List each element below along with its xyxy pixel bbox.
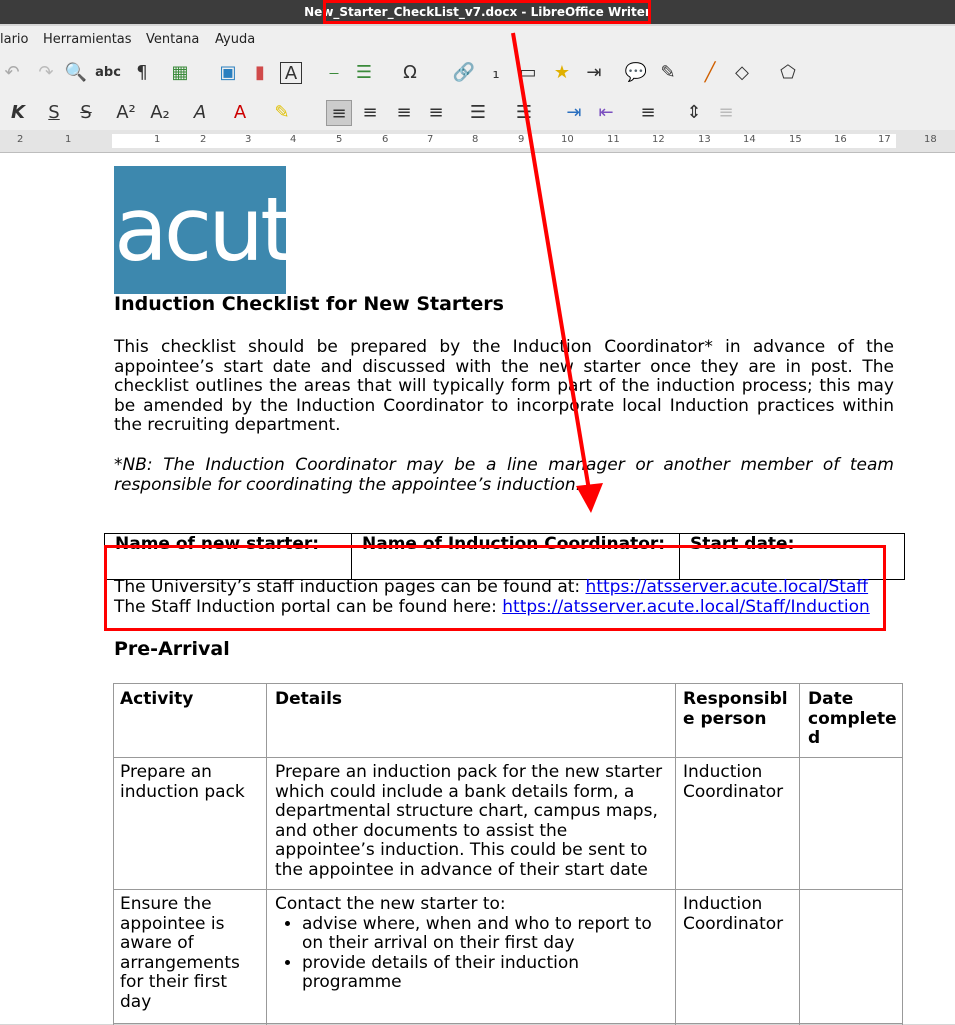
line-icon[interactable]: ╱ bbox=[698, 60, 722, 84]
cross-reference-icon[interactable]: ⇥ bbox=[582, 60, 606, 84]
bookmark-icon[interactable]: ★ bbox=[550, 60, 574, 84]
ruler-label: 1 bbox=[154, 134, 161, 145]
ruler-label: 3 bbox=[245, 134, 252, 145]
ruler-label: 11 bbox=[607, 134, 620, 145]
menu-item-formulario[interactable]: lario bbox=[0, 32, 29, 47]
row2-bullet-item: provide details of their induction progr… bbox=[302, 953, 671, 993]
highlight-links-box bbox=[104, 545, 886, 631]
justify-icon[interactable]: ≡ bbox=[424, 100, 448, 124]
menu-item-ayuda[interactable]: Ayuda bbox=[215, 32, 255, 47]
table-row-divider bbox=[114, 889, 903, 890]
line-spacing-icon[interactable]: ≡ bbox=[636, 100, 660, 124]
ruler-label: 4 bbox=[290, 134, 297, 145]
comment-icon[interactable]: 💬 bbox=[624, 60, 648, 84]
table-row-divider bbox=[114, 757, 903, 758]
ruler-label: 5 bbox=[336, 134, 343, 145]
header-date: Date complete d bbox=[808, 689, 897, 749]
clear-formatting-icon[interactable]: A bbox=[188, 100, 212, 124]
ruler-label: 6 bbox=[382, 134, 389, 145]
italic-icon[interactable]: K bbox=[6, 100, 30, 124]
ruler-label: 10 bbox=[561, 134, 574, 145]
nb-paragraph: *NB: The Induction Coordinator may be a … bbox=[114, 455, 894, 495]
ruler-label: 13 bbox=[698, 134, 711, 145]
strikethrough-icon[interactable]: S bbox=[74, 100, 98, 124]
standard-toolbar: ↶ ↷ 🔍 abc ¶ ▦ ▣ ▮ A ⎯ ☰ Ω 🔗 ₁ ▭ ★ ⇥ 💬 ✎ … bbox=[0, 52, 955, 92]
row2-activity[interactable]: Ensure the appointee is aware of arrange… bbox=[120, 894, 260, 1013]
insert-textbox-icon[interactable]: A bbox=[280, 62, 302, 84]
ruler-label: 17 bbox=[878, 134, 891, 145]
align-center-icon[interactable]: ≡ bbox=[358, 100, 382, 124]
undo-icon[interactable]: ↶ bbox=[0, 60, 24, 84]
row2-bullet-item: advise where, when and who to report to … bbox=[302, 914, 671, 954]
ruler-text-area bbox=[112, 134, 896, 148]
basic-shapes-icon[interactable]: ◇ bbox=[730, 60, 754, 84]
horizontal-ruler[interactable]: 2 1 1 2 3 4 5 6 7 8 9 10 11 12 13 14 15 … bbox=[0, 130, 955, 153]
ruler-label: 2 bbox=[200, 134, 207, 145]
insert-chart-icon[interactable]: ▮ bbox=[248, 60, 272, 84]
document-title: Induction Checklist for New Starters bbox=[114, 293, 504, 315]
formatting-marks-icon[interactable]: ¶ bbox=[130, 60, 154, 84]
underline-icon[interactable]: S bbox=[42, 100, 66, 124]
row2-bullet-list: advise where, when and who to report to … bbox=[275, 914, 671, 993]
special-character-icon[interactable]: Ω bbox=[398, 60, 422, 84]
table-column-responsible bbox=[676, 684, 800, 1025]
menu-item-herramientas[interactable]: Herramientas bbox=[43, 32, 132, 47]
header-footer-icon[interactable]: ▭ bbox=[516, 60, 540, 84]
ruler-label: 8 bbox=[472, 134, 479, 145]
header-activity: Activity bbox=[120, 689, 194, 709]
insert-field-icon[interactable]: ☰ bbox=[352, 60, 376, 84]
row1-activity[interactable]: Prepare an induction pack bbox=[120, 762, 260, 802]
find-replace-icon[interactable]: 🔍 bbox=[64, 60, 88, 84]
draw-shapes-icon[interactable]: ⬠ bbox=[776, 60, 800, 84]
ruler-label: 7 bbox=[427, 134, 434, 145]
hyperlink-icon[interactable]: 🔗 bbox=[452, 60, 476, 84]
menubar: lario Herramientas Ventana Ayuda bbox=[0, 26, 955, 52]
subscript-icon[interactable]: A₂ bbox=[148, 100, 172, 124]
ruler-label: 9 bbox=[518, 134, 525, 145]
ruler-label: 15 bbox=[789, 134, 802, 145]
menu-item-ventana[interactable]: Ventana bbox=[146, 32, 199, 47]
row2-details[interactable]: Contact the new starter to: advise where… bbox=[275, 894, 671, 993]
track-changes-icon[interactable]: ✎ bbox=[656, 60, 680, 84]
bullet-list-icon[interactable]: ☰ bbox=[466, 100, 490, 124]
ruler-label: 14 bbox=[743, 134, 756, 145]
section-title-pre-arrival: Pre-Arrival bbox=[114, 638, 230, 660]
ruler-label: 2 bbox=[17, 134, 24, 145]
insert-image-icon[interactable]: ▣ bbox=[216, 60, 240, 84]
row2-responsible[interactable]: Induction Coordinator bbox=[683, 894, 795, 934]
row2-details-intro: Contact the new starter to: bbox=[275, 894, 506, 914]
align-left-icon[interactable]: ≡ bbox=[326, 100, 352, 126]
page-break-icon[interactable]: ⎯ bbox=[322, 60, 346, 84]
spellcheck-icon[interactable]: abc bbox=[95, 60, 121, 84]
row1-details[interactable]: Prepare an induction pack for the new st… bbox=[275, 762, 671, 881]
ruler-label: 18 bbox=[924, 134, 937, 145]
row1-responsible[interactable]: Induction Coordinator bbox=[683, 762, 795, 802]
intro-paragraph: This checklist should be prepared by the… bbox=[114, 337, 894, 436]
formatting-toolbar: K S S A² A₂ A A ✎ ≡ ≡ ≡ ≡ ☰ ☰ ⇥ ⇤ ≡ ⇕ ≡ bbox=[0, 92, 955, 130]
indent-spacing-icon[interactable]: ≡ bbox=[714, 100, 738, 124]
pre-arrival-table: Activity Details Responsibl e person Dat… bbox=[113, 683, 903, 1025]
ruler-label: 1 bbox=[65, 134, 72, 145]
insert-table-icon[interactable]: ▦ bbox=[168, 60, 192, 84]
paragraph-spacing-icon[interactable]: ⇕ bbox=[682, 100, 706, 124]
highlight-title-box bbox=[323, 0, 651, 24]
align-right-icon[interactable]: ≡ bbox=[392, 100, 416, 124]
redo-icon[interactable]: ↷ bbox=[34, 60, 58, 84]
header-responsible: Responsibl e person bbox=[683, 689, 788, 729]
highlight-color-icon[interactable]: ✎ bbox=[270, 100, 294, 124]
ruler-label: 16 bbox=[834, 134, 847, 145]
increase-indent-icon[interactable]: ⇥ bbox=[562, 100, 586, 124]
footnote-icon[interactable]: ₁ bbox=[484, 60, 508, 84]
ruler-label: 12 bbox=[652, 134, 665, 145]
superscript-icon[interactable]: A² bbox=[114, 100, 138, 124]
decrease-indent-icon[interactable]: ⇤ bbox=[594, 100, 618, 124]
font-color-icon[interactable]: A bbox=[228, 100, 252, 124]
header-details: Details bbox=[275, 689, 343, 709]
numbered-list-icon[interactable]: ☰ bbox=[512, 100, 536, 124]
acute-logo: acute bbox=[114, 166, 345, 294]
